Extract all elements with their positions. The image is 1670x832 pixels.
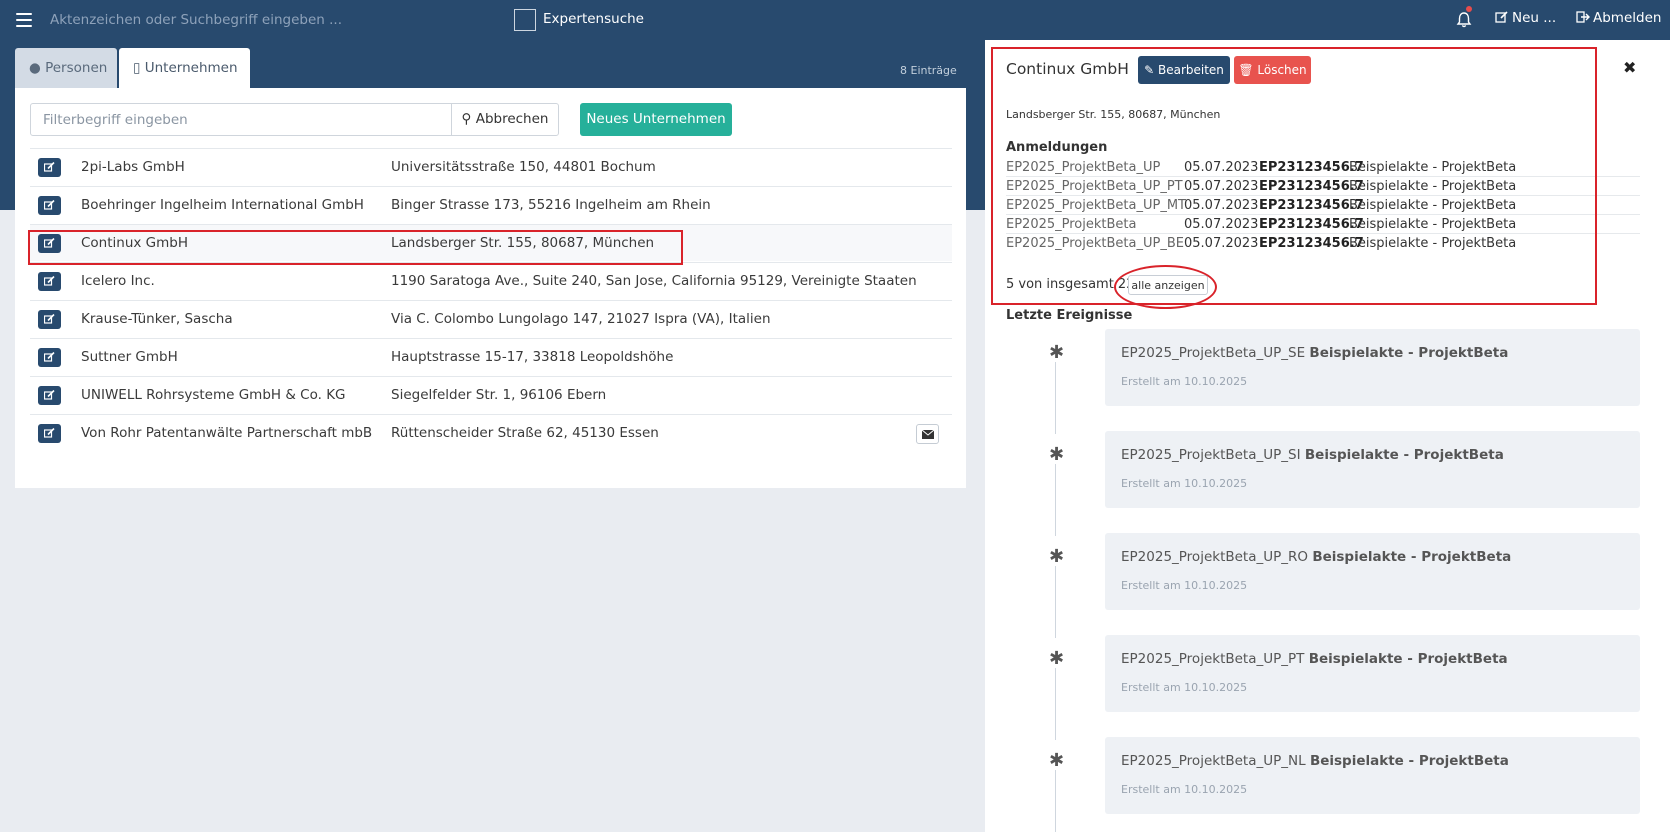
filter-input[interactable]: [30, 103, 452, 136]
asterisk-icon: ✱: [1049, 750, 1065, 771]
envelope-icon[interactable]: [916, 424, 939, 444]
table-row[interactable]: Boehringer Ingelheim International GmbH …: [30, 186, 952, 223]
expert-search-label: Expertensuche: [543, 11, 644, 27]
edit-icon[interactable]: [38, 196, 61, 215]
event-ref: EP2025_ProjektBeta_UP_SI: [1121, 447, 1301, 463]
table-row[interactable]: Icelero Inc. 1190 Saratoga Ave., Suite 2…: [30, 262, 952, 299]
highlight-annotation-ellipse: [1114, 265, 1217, 309]
asterisk-icon: ✱: [1049, 444, 1065, 465]
logout-button[interactable]: Abmelden: [1576, 10, 1661, 26]
edit-icon[interactable]: [38, 272, 61, 291]
events-heading: Letzte Ereignisse: [1006, 308, 1133, 323]
event-title: Beispielakte - ProjektBeta: [1304, 447, 1504, 463]
new-menu-button[interactable]: Neu ...: [1495, 10, 1556, 26]
company-name: Krause-Tünker, Sascha: [81, 311, 233, 327]
new-menu-label: Neu ...: [1512, 10, 1557, 26]
timeline-connector: [1055, 566, 1056, 638]
event-created: Erstellt am 10.10.2025: [1121, 681, 1248, 694]
company-name: 2pi-Labs GmbH: [81, 159, 185, 175]
event-title: Beispielakte - ProjektBeta: [1312, 549, 1512, 565]
close-icon[interactable]: ✖: [1623, 58, 1636, 77]
company-name: Von Rohr Patentanwälte Partnerschaft mbB: [81, 425, 373, 441]
company-address: Via C. Colombo Lungolago 147, 21027 Ispr…: [391, 311, 771, 327]
table-row[interactable]: Suttner GmbH Hauptstrasse 15-17, 33818 L…: [30, 338, 952, 375]
cancel-filter-button[interactable]: ⚲ Abbrechen: [451, 103, 559, 136]
event-card[interactable]: EP2025_ProjektBeta_UP_SI Beispielakte - …: [1105, 431, 1640, 508]
event-created: Erstellt am 10.10.2025: [1121, 579, 1248, 592]
asterisk-icon: ✱: [1049, 546, 1065, 567]
company-name: Icelero Inc.: [81, 273, 155, 289]
company-address: Siegelfelder Str. 1, 96106 Ebern: [391, 387, 607, 403]
tab-unternehmen-label: Unternehmen: [144, 60, 238, 76]
event-ref: EP2025_ProjektBeta_UP_NL: [1121, 753, 1306, 769]
edit-icon[interactable]: [38, 158, 61, 177]
company-address: Hauptstrasse 15-17, 33818 Leopoldshöhe: [391, 349, 674, 365]
expert-search-checkbox[interactable]: [514, 9, 536, 31]
bell-icon[interactable]: [1455, 11, 1473, 29]
company-address: Binger Strasse 173, 55216 Ingelheim am R…: [391, 197, 711, 213]
event-card[interactable]: EP2025_ProjektBeta_UP_NL Beispielakte - …: [1105, 737, 1640, 814]
event-title: Beispielakte - ProjektBeta: [1309, 345, 1509, 361]
event-card[interactable]: EP2025_ProjektBeta_UP_PT Beispielakte - …: [1105, 635, 1640, 712]
new-company-button[interactable]: Neues Unternehmen: [580, 103, 732, 136]
highlight-annotation: [28, 230, 683, 265]
company-address: Rüttenscheider Straße 62, 45130 Essen: [391, 425, 659, 441]
event-created: Erstellt am 10.10.2025: [1121, 783, 1248, 796]
table-row[interactable]: Krause-Tünker, Sascha Via C. Colombo Lun…: [30, 300, 952, 337]
company-address: 1190 Saratoga Ave., Suite 240, San Jose,…: [391, 273, 917, 289]
global-search-input[interactable]: [50, 9, 470, 31]
logout-label: Abmelden: [1593, 10, 1662, 26]
user-icon: ●: [29, 60, 41, 76]
event-card[interactable]: EP2025_ProjektBeta_UP_RO Beispielakte - …: [1105, 533, 1640, 610]
table-row[interactable]: UNIWELL Rohrsysteme GmbH & Co. KG Siegel…: [30, 376, 952, 413]
event-ref: EP2025_ProjektBeta_UP_SE: [1121, 345, 1306, 361]
event-created: Erstellt am 10.10.2025: [1121, 477, 1248, 490]
event-card[interactable]: EP2025_ProjektBeta_UP_SE Beispielakte - …: [1105, 329, 1640, 406]
asterisk-icon: ✱: [1049, 342, 1065, 363]
event-ref: EP2025_ProjektBeta_UP_PT: [1121, 651, 1305, 667]
table-row[interactable]: Von Rohr Patentanwälte Partnerschaft mbB…: [30, 414, 952, 451]
tab-personen[interactable]: ● Personen: [15, 48, 117, 88]
search-icon: ⚲: [461, 111, 472, 127]
timeline-connector: [1055, 464, 1056, 536]
logout-icon: [1576, 11, 1590, 23]
event-title: Beispielakte - ProjektBeta: [1308, 651, 1508, 667]
table-row[interactable]: 2pi-Labs GmbH Universitätsstraße 150, 44…: [30, 148, 952, 185]
edit-icon[interactable]: [38, 386, 61, 405]
notification-dot: [1466, 6, 1472, 12]
tab-unternehmen[interactable]: ▯ Unternehmen: [119, 48, 250, 88]
cancel-filter-label: Abbrechen: [475, 111, 549, 127]
timeline-connector: [1055, 770, 1056, 832]
asterisk-icon: ✱: [1049, 648, 1065, 669]
building-icon: ▯: [133, 60, 141, 76]
edit-icon[interactable]: [38, 310, 61, 329]
event-title: Beispielakte - ProjektBeta: [1309, 753, 1509, 769]
edit-icon[interactable]: [38, 348, 61, 367]
company-address: Universitätsstraße 150, 44801 Bochum: [391, 159, 656, 175]
company-name: Suttner GmbH: [81, 349, 178, 365]
event-created: Erstellt am 10.10.2025: [1121, 375, 1248, 388]
highlight-annotation: [991, 47, 1597, 305]
tab-personen-label: Personen: [45, 60, 108, 76]
menu-icon[interactable]: [16, 13, 32, 27]
company-name: UNIWELL Rohrsysteme GmbH & Co. KG: [81, 387, 346, 403]
timeline-connector: [1055, 668, 1056, 740]
edit-icon[interactable]: [38, 424, 61, 443]
company-name: Boehringer Ingelheim International GmbH: [81, 197, 364, 213]
timeline-connector: [1055, 362, 1056, 434]
event-ref: EP2025_ProjektBeta_UP_RO: [1121, 549, 1309, 565]
entries-count: 8 Einträge: [900, 64, 957, 77]
edit-icon: [1495, 11, 1508, 23]
